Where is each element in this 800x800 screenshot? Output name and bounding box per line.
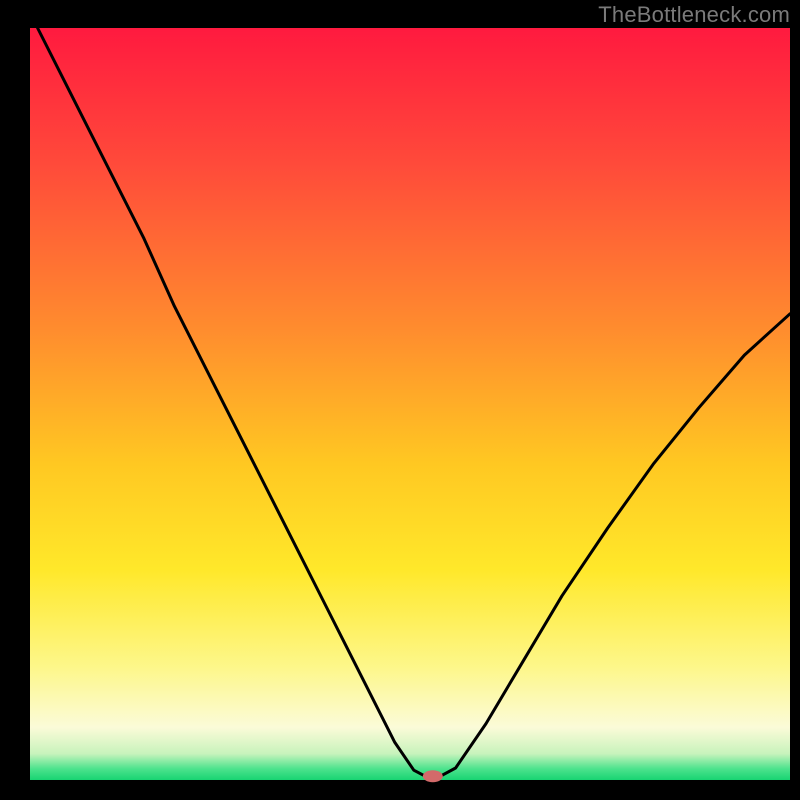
chart-svg bbox=[0, 0, 800, 800]
watermark-text: TheBottleneck.com bbox=[598, 2, 790, 28]
chart-frame: TheBottleneck.com bbox=[0, 0, 800, 800]
plot-background bbox=[30, 28, 790, 780]
optimum-marker bbox=[423, 770, 443, 782]
